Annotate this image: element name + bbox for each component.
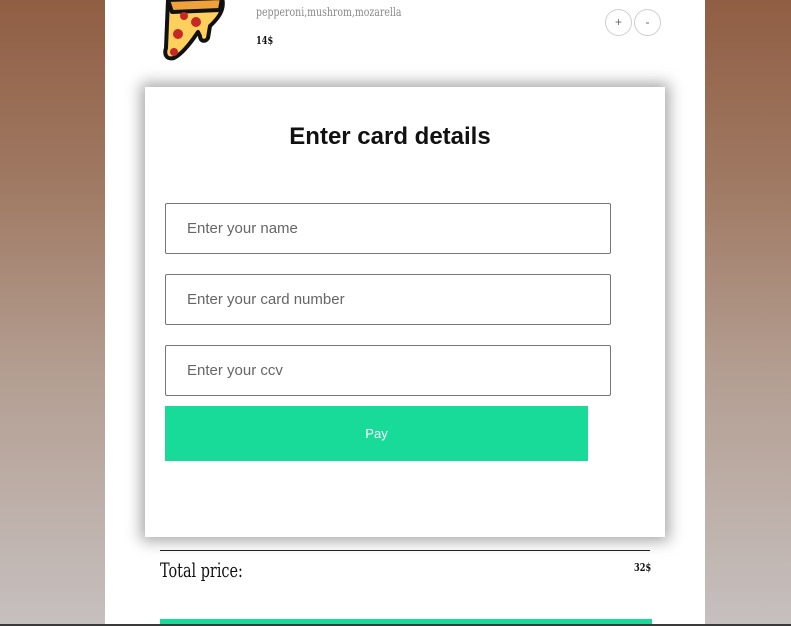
total-price-value: 32$ xyxy=(634,561,652,574)
card-details-title: Enter card details xyxy=(289,123,491,150)
pay-button[interactable]: Pay xyxy=(165,406,588,461)
pizza-ingredients: pepperoni,mushrom,mozarella xyxy=(256,5,402,19)
increase-quantity-button[interactable]: + xyxy=(605,9,632,36)
ccv-input[interactable] xyxy=(165,345,611,396)
order-item: pepperoni,mushrom,mozarella 14$ + - xyxy=(105,0,705,80)
total-price-label: Total price: xyxy=(160,558,243,582)
name-input[interactable] xyxy=(165,203,611,254)
pizza-slice-icon xyxy=(160,0,232,68)
pizza-price: 14$ xyxy=(256,34,274,47)
card-number-input[interactable] xyxy=(165,274,611,325)
card-details-modal: Enter card details Pay xyxy=(145,87,665,537)
summary-divider xyxy=(160,550,650,551)
decrease-quantity-button[interactable]: - xyxy=(634,9,661,36)
